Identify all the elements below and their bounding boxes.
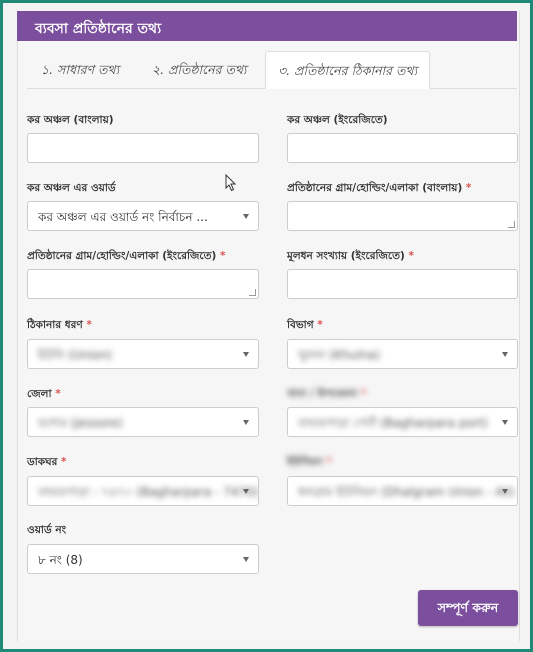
tax-zone-en-label: কর অঞ্চল (ইংরেজিতে) — [287, 114, 388, 126]
chevron-down-icon — [243, 420, 249, 425]
upazila-value: বাঘারপাড়া পোর্ট (Bagharpara port) — [298, 416, 489, 430]
post-office-select[interactable]: বাঘারপাড়া - ৭৪৭০ (Bagharpara - 7470) — [27, 476, 259, 506]
chevron-down-icon — [243, 352, 249, 357]
chevron-down-icon — [243, 489, 249, 494]
capital-label: মূলধন সংখ্যায় (ইংরেজিতে) * — [287, 250, 414, 262]
union-label: ইউনিয়ন * — [287, 456, 332, 468]
address-type-select[interactable]: ইউনি (Union) — [27, 339, 259, 369]
division-select[interactable]: খুলনা (Khulna) — [287, 339, 518, 369]
ward-no-select[interactable]: ৮ নং (8) — [27, 544, 259, 574]
tab-business-address[interactable]: ৩. প্রতিষ্ঠানের ঠিকানার তথ্য — [265, 51, 431, 89]
village-en-label: প্রতিষ্ঠানের গ্রাম/হোল্ডিং/এলাকা (ইংরেজি… — [27, 250, 226, 262]
tax-ward-value: কর অঞ্চল এর ওয়ার্ড নং নির্বাচন ... — [38, 210, 208, 224]
required-marker: * — [360, 388, 367, 400]
required-marker: * — [61, 456, 67, 468]
ward-no-value: ৮ নং (8) — [38, 553, 83, 567]
union-value: ধলগ্রাম ইউনিয়ন (Dhalgram Union - Ali) — [298, 485, 515, 499]
required-marker: * — [219, 250, 226, 262]
village-bn-label: প্রতিষ্ঠানের গ্রাম/হোল্ডিং/এলাকা (বাংলায… — [287, 182, 472, 194]
chevron-down-icon — [502, 352, 508, 357]
resize-handle-icon[interactable] — [508, 221, 515, 228]
tab-general-info[interactable]: ১. সাধারণ তথ্য — [41, 51, 119, 89]
resize-handle-icon[interactable] — [249, 289, 256, 296]
tab-business-info[interactable]: ২. প্রতিষ্ঠানের তথ্য — [152, 51, 247, 89]
mouse-pointer-icon — [225, 174, 237, 192]
union-select[interactable]: ধলগ্রাম ইউনিয়ন (Dhalgram Union - Ali) — [287, 476, 518, 506]
district-label: জেলা * — [27, 388, 61, 400]
required-marker: * — [465, 182, 472, 194]
district-value: যশোর (Jessore) — [38, 416, 123, 430]
tax-zone-bn-input[interactable] — [27, 133, 259, 163]
required-marker: * — [86, 319, 92, 331]
upazila-select[interactable]: বাঘারপাড়া পোর্ট (Bagharpara port) — [287, 407, 518, 437]
address-type-value: ইউনি (Union) — [38, 348, 113, 362]
division-value: খুলনা (Khulna) — [298, 348, 381, 362]
post-office-value: বাঘারপাড়া - ৭৪৭০ (Bagharpara - 7470) — [38, 485, 259, 499]
tax-zone-bn-label: কর অঞ্চল (বাংলায়) — [27, 114, 114, 126]
tax-ward-select[interactable]: কর অঞ্চল এর ওয়ার্ড নং নির্বাচন ... — [27, 201, 259, 231]
required-marker: * — [408, 250, 414, 262]
panel-header: ব্যবসা প্রতিষ্ঠানের তথ্য — [17, 11, 517, 41]
capital-input[interactable] — [287, 269, 518, 299]
required-marker: * — [55, 388, 61, 400]
required-marker: * — [326, 456, 332, 468]
tab-bar: ১. সাধারণ তথ্য ২. প্রতিষ্ঠানের তথ্য ৩. প… — [27, 51, 517, 89]
chevron-down-icon — [502, 489, 508, 494]
address-type-label: ঠিকানার ধরণ * — [27, 319, 92, 331]
chevron-down-icon — [243, 214, 249, 219]
upazila-label: থানা / উপজেলা * — [287, 388, 367, 400]
district-select[interactable]: যশোর (Jessore) — [27, 407, 259, 437]
chevron-down-icon — [243, 557, 249, 562]
post-office-label: ডাকঘর * — [27, 456, 67, 468]
village-en-textarea[interactable] — [27, 269, 259, 299]
required-marker: * — [317, 319, 323, 331]
complete-button[interactable]: সম্পূর্ণ করুন — [418, 590, 518, 626]
division-label: বিভাগ * — [287, 319, 323, 331]
chevron-down-icon — [502, 420, 508, 425]
tax-ward-label: কর অঞ্চল এর ওয়ার্ড — [27, 182, 116, 194]
tax-zone-en-input[interactable] — [287, 133, 518, 163]
village-bn-textarea[interactable] — [287, 201, 518, 231]
ward-no-label: ওয়ার্ড নং — [27, 524, 67, 536]
